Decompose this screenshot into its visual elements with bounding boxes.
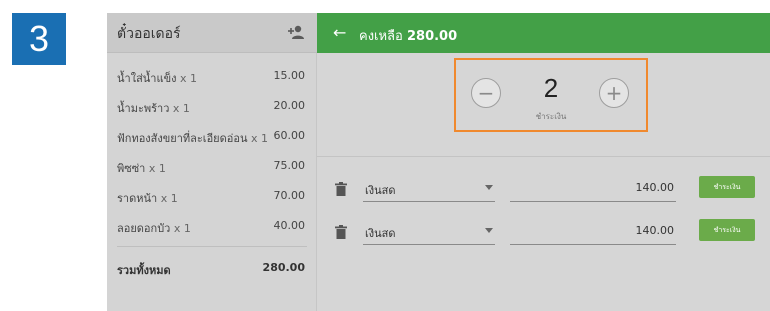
- order-item-name: ลอยดอกบัว: [117, 222, 171, 235]
- payment-method-select[interactable]: เงินสด: [363, 219, 495, 245]
- payment-amount-value: 140.00: [635, 224, 675, 237]
- order-item-price: 20.00: [273, 99, 306, 112]
- order-item-name: ฟักทองสังขยาที่ละเอียดอ่อน: [117, 132, 248, 145]
- order-item-price: 15.00: [273, 69, 306, 82]
- increment-button[interactable]: +: [599, 78, 629, 108]
- total-label: รวมทั้งหมด: [117, 264, 171, 277]
- payment-panel: ← คงเหลือ 280.00 − 2 + ชำระเงิน เงินสด 1…: [317, 13, 770, 311]
- payment-amount-field[interactable]: 140.00: [510, 219, 676, 245]
- pos-app: ตั๋วออเดอร์ น้ำใส่น้ำแข็ง x 1 15.00 น้ำม…: [107, 13, 770, 311]
- order-item-qty: x 1: [179, 72, 197, 85]
- order-panel-title: ตั๋วออเดอร์: [117, 26, 181, 42]
- order-item-price: 60.00: [273, 129, 306, 142]
- payment-amount-value: 140.00: [635, 181, 675, 194]
- total-divider: [117, 246, 307, 247]
- order-item-qty: x 1: [173, 222, 191, 235]
- payment-method-value: เงินสด: [365, 184, 396, 197]
- order-item[interactable]: น้ำใส่น้ำแข็ง x 1 15.00: [107, 65, 317, 87]
- split-count-stepper: − 2 + ชำระเงิน: [454, 58, 648, 132]
- order-item-qty: x 1: [148, 162, 166, 175]
- payment-amount-field[interactable]: 140.00: [510, 176, 676, 202]
- order-item-price: 70.00: [273, 189, 306, 202]
- order-item[interactable]: ลอยดอกบัว x 1 40.00: [107, 215, 317, 237]
- order-item-name: น้ำใส่น้ำแข็ง: [117, 72, 177, 85]
- order-item[interactable]: พิซซ่า x 1 75.00: [107, 155, 317, 177]
- order-item-qty: x 1: [172, 102, 190, 115]
- payment-method-value: เงินสด: [365, 227, 396, 240]
- payment-header: ← คงเหลือ 280.00: [317, 13, 770, 53]
- order-item[interactable]: น้ำมะพร้าว x 1 20.00: [107, 95, 317, 117]
- order-item-price: 40.00: [273, 219, 306, 232]
- trash-icon[interactable]: [335, 182, 347, 196]
- split-count-caption: ชำระเงิน: [535, 112, 567, 121]
- section-divider: [317, 156, 770, 157]
- remaining-value: 280.00: [406, 29, 458, 44]
- order-item[interactable]: ฟักทองสังขยาที่ละเอียดอ่อน x 1 60.00: [107, 125, 317, 147]
- order-item-name: ราดหน้า: [117, 192, 158, 205]
- trash-icon[interactable]: [335, 225, 347, 239]
- order-item-name: น้ำมะพร้าว: [117, 102, 170, 115]
- total-value: 280.00: [262, 261, 305, 274]
- step-badge: 3: [12, 13, 66, 65]
- order-panel: ตั๋วออเดอร์ น้ำใส่น้ำแข็ง x 1 15.00 น้ำม…: [107, 13, 317, 311]
- order-item-price: 75.00: [273, 159, 306, 172]
- chevron-down-icon: [485, 185, 493, 190]
- pay-button[interactable]: ชำระเงิน: [699, 176, 755, 198]
- chevron-down-icon: [485, 228, 493, 233]
- remaining-balance: คงเหลือ 280.00: [359, 25, 457, 46]
- order-item-qty: x 1: [160, 192, 178, 205]
- payment-row: เงินสด 140.00 ชำระเงิน: [317, 219, 770, 255]
- order-item-qty: x 1: [251, 132, 269, 145]
- order-panel-header: ตั๋วออเดอร์: [107, 13, 317, 53]
- order-item[interactable]: ราดหน้า x 1 70.00: [107, 185, 317, 207]
- payment-method-select[interactable]: เงินสด: [363, 176, 495, 202]
- order-item-name: พิซซ่า: [117, 162, 146, 175]
- pay-button[interactable]: ชำระเงิน: [699, 219, 755, 241]
- back-arrow-icon[interactable]: ←: [333, 23, 346, 42]
- payment-row: เงินสด 140.00 ชำระเงิน: [317, 176, 770, 212]
- remaining-label: คงเหลือ: [359, 29, 403, 44]
- order-total-row: รวมทั้งหมด 280.00: [107, 257, 317, 279]
- add-user-icon[interactable]: [287, 24, 305, 40]
